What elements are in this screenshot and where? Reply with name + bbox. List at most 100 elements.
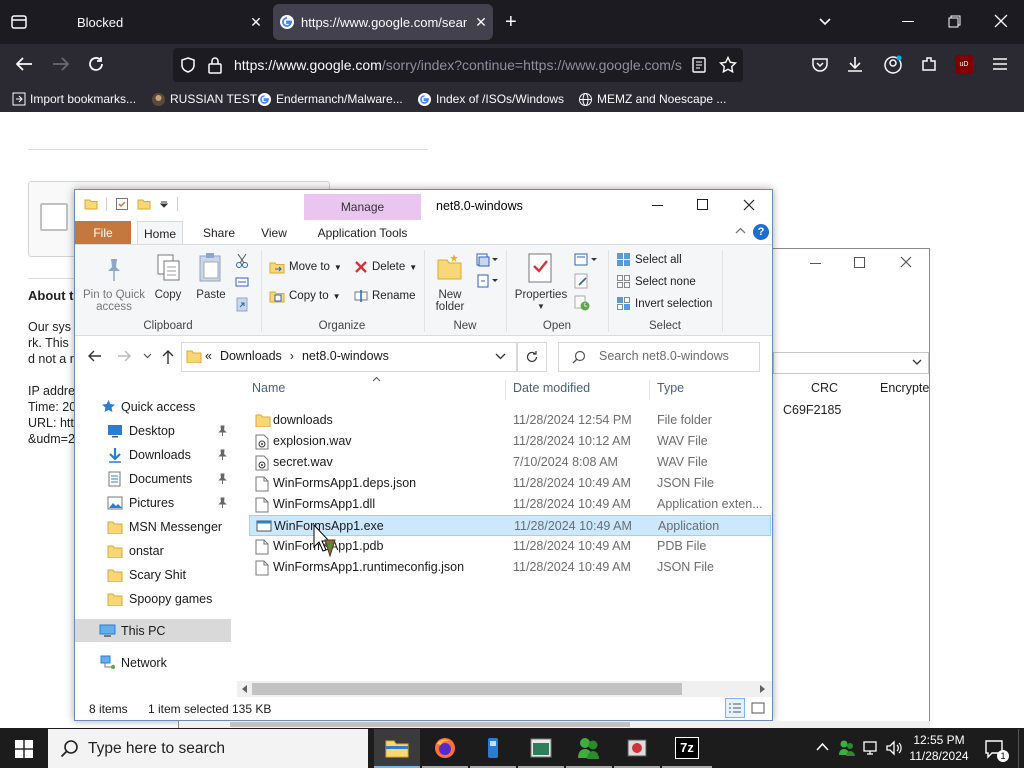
- volume-icon[interactable]: [885, 739, 903, 757]
- recent-locations-chevron-icon[interactable]: [143, 353, 152, 359]
- bookmark-import[interactable]: Import bookmarks...: [12, 91, 136, 107]
- column-type[interactable]: Type: [657, 381, 684, 395]
- new-item-icon[interactable]: [475, 252, 499, 268]
- edit-icon[interactable]: [574, 273, 590, 289]
- scrollbar-thumb[interactable]: [252, 683, 682, 695]
- address-history-chevron-icon[interactable]: [495, 353, 506, 360]
- column-date-modified[interactable]: Date modified: [513, 381, 590, 395]
- url-text[interactable]: https://www.google.com/sorry/index?conti…: [234, 57, 684, 73]
- bookmark-index-isos[interactable]: Index of /ISOs/Windows: [417, 91, 564, 107]
- tab-view[interactable]: View: [254, 221, 294, 244]
- taskbar-app-7zip[interactable]: 7z: [662, 729, 712, 768]
- bookmark-endermanch[interactable]: Endermanch/Malware...: [257, 91, 403, 107]
- nav-folder-onstar[interactable]: onstar: [75, 539, 231, 562]
- scroll-right-arrow-icon[interactable]: [759, 684, 767, 694]
- taskbar-app-6[interactable]: [614, 729, 660, 768]
- taskbar-search-box[interactable]: Type here to search: [48, 729, 368, 768]
- large-icons-view-button[interactable]: [748, 698, 768, 718]
- nav-folder-spoopy-games[interactable]: Spoopy games: [75, 587, 231, 610]
- copy-button[interactable]: Copy: [152, 289, 184, 301]
- new-folder-icon[interactable]: [137, 197, 151, 211]
- file-row[interactable]: WinFormsApp1.deps.json 11/28/2024 10:49 A…: [249, 473, 771, 494]
- collapse-ribbon-chevron-icon[interactable]: [735, 227, 746, 235]
- pocket-icon[interactable]: [811, 56, 829, 74]
- bookmark-star-icon[interactable]: [719, 56, 737, 74]
- history-icon[interactable]: [574, 295, 590, 311]
- copy-path-icon[interactable]: [235, 276, 249, 288]
- pin-to-quick-access-button[interactable]: Pin to Quick access: [78, 289, 150, 313]
- taskbar-app-4[interactable]: [518, 729, 564, 768]
- close-window-button[interactable]: [743, 199, 755, 211]
- taskbar-app-3[interactable]: [470, 729, 516, 768]
- tab-overflow-chevron-icon[interactable]: [817, 14, 833, 30]
- open-icon[interactable]: [574, 252, 598, 268]
- properties-check-icon[interactable]: [115, 197, 129, 211]
- taskbar-app-msn[interactable]: [566, 729, 612, 768]
- taskbar-app-file-explorer[interactable]: [374, 729, 420, 768]
- close-icon[interactable]: ✕: [244, 14, 268, 31]
- nav-network[interactable]: Network: [75, 651, 231, 674]
- column-crc[interactable]: CRC: [811, 381, 838, 395]
- nav-this-pc[interactable]: This PC: [75, 619, 231, 642]
- forward-arrow-icon[interactable]: [51, 55, 71, 73]
- maximize-button[interactable]: [697, 199, 708, 210]
- new-tab-button[interactable]: +: [505, 12, 517, 32]
- show-hidden-icons-chevron-icon[interactable]: [816, 742, 829, 751]
- cut-icon[interactable]: [235, 253, 249, 269]
- tab-home[interactable]: Home: [137, 221, 183, 245]
- file-row[interactable]: WinFormsApp1.dll 11/28/2024 10:49 AM Appli…: [249, 494, 771, 515]
- rename-button[interactable]: Rename: [354, 289, 415, 303]
- show-desktop-button[interactable]: [1018, 729, 1024, 768]
- tab-file[interactable]: File: [75, 221, 131, 244]
- tab-google[interactable]: https://www.google.com/sear ✕: [273, 4, 493, 40]
- customize-chevron-icon[interactable]: [159, 199, 169, 209]
- file-row[interactable]: explosion.wav 11/28/2024 10:12 AM WAV File: [249, 431, 771, 452]
- taskbar-clock[interactable]: 12:55 PM 11/28/2024: [905, 732, 973, 764]
- select-none-button[interactable]: Select none: [616, 274, 696, 289]
- file-row[interactable]: secret.wav 7/10/2024 8:08 AM WAV File: [249, 452, 771, 473]
- tab-share[interactable]: Share: [197, 221, 241, 244]
- minimize-button[interactable]: [902, 21, 914, 22]
- pin-icon[interactable]: [218, 425, 227, 436]
- back-arrow-icon[interactable]: [14, 55, 34, 73]
- new-folder-button[interactable]: New folder: [430, 289, 470, 313]
- tracking-shield-icon[interactable]: [179, 56, 197, 74]
- properties-button[interactable]: Properties ▼: [512, 289, 570, 313]
- nav-folder-msn-messenger[interactable]: MSN Messenger: [75, 515, 231, 538]
- pin-icon[interactable]: [218, 497, 227, 508]
- nav-desktop[interactable]: Desktop: [75, 419, 231, 442]
- windows-start-icon[interactable]: [15, 740, 33, 758]
- forward-arrow-icon[interactable]: [116, 349, 132, 363]
- back-arrow-icon[interactable]: [87, 349, 103, 363]
- copy-to-button[interactable]: Copy to ▼: [269, 289, 341, 303]
- downloads-icon[interactable]: [846, 55, 864, 73]
- select-all-button[interactable]: Select all: [616, 252, 682, 267]
- reload-icon[interactable]: [87, 55, 105, 73]
- restore-button[interactable]: [948, 15, 961, 28]
- bookmark-russian-test[interactable]: RUSSIAN TEST: [151, 91, 257, 107]
- refresh-button[interactable]: [517, 342, 547, 372]
- network-tray-icon[interactable]: [862, 739, 880, 757]
- minimize-button[interactable]: [810, 263, 821, 264]
- close-window-button[interactable]: [900, 256, 912, 268]
- nav-pictures[interactable]: Pictures: [75, 491, 231, 514]
- reader-view-icon[interactable]: [691, 57, 707, 73]
- breadcrumb-downloads[interactable]: Downloads: [220, 349, 282, 363]
- lock-icon[interactable]: [207, 56, 223, 74]
- nav-documents[interactable]: Documents: [75, 467, 231, 490]
- captcha-checkbox[interactable]: [40, 203, 68, 231]
- pin-icon[interactable]: [218, 473, 227, 484]
- maximize-button[interactable]: [854, 257, 865, 268]
- nav-downloads[interactable]: Downloads: [75, 443, 231, 466]
- paste-shortcut-icon[interactable]: [235, 296, 249, 312]
- paste-button[interactable]: Paste: [192, 289, 230, 301]
- breadcrumb-current-folder[interactable]: net8.0-windows: [302, 349, 389, 363]
- column-name[interactable]: Name: [252, 381, 285, 395]
- account-icon[interactable]: [883, 55, 903, 75]
- file-row[interactable]: downloads 11/28/2024 12:54 PM File folder: [249, 410, 771, 431]
- file-row[interactable]: WinFormsApp1.runtimeconfig.json 11/28/202…: [249, 557, 771, 578]
- tab-application-tools[interactable]: Application Tools: [304, 221, 421, 244]
- pin-icon[interactable]: [218, 449, 227, 460]
- tab-list-icon[interactable]: [10, 13, 28, 31]
- menu-hamburger-icon[interactable]: [992, 57, 1008, 71]
